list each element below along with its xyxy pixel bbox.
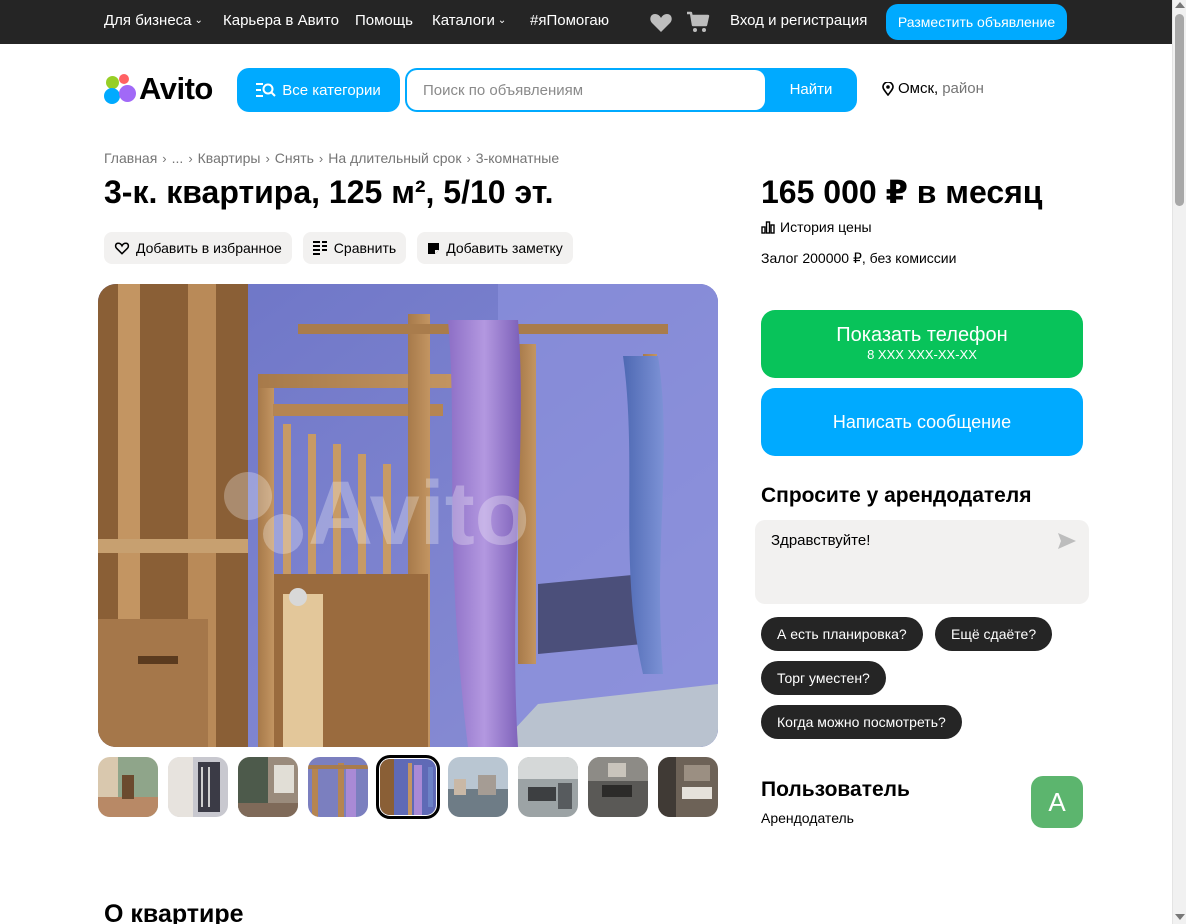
compare-icon	[312, 241, 327, 255]
photo-thumbnail[interactable]	[98, 757, 158, 817]
chart-icon	[761, 220, 775, 234]
ihelp-link[interactable]: #яПомогаю	[530, 12, 609, 30]
show-phone-label: Показать телефон	[836, 324, 1008, 346]
listing-title: 3-к. квартира, 125 м², 5/10 эт.	[104, 174, 554, 210]
breadcrumb-separator-icon: ›	[318, 151, 324, 166]
breadcrumb: Главная ›... › Квартиры › Снять › На длительный…	[104, 150, 559, 167]
add-note-label: Добавить заметку	[446, 240, 563, 256]
photo-thumbnail[interactable]	[518, 757, 578, 817]
seller-avatar[interactable]: А	[1031, 776, 1083, 828]
categories-search-icon	[256, 83, 276, 97]
listing-actions: Добавить в избранное Сравнить Добавить з…	[104, 232, 573, 264]
photo-thumbnail[interactable]	[168, 757, 228, 817]
ask-message-field[interactable]: Здравствуйте!	[755, 520, 1089, 604]
breadcrumb-item[interactable]: ...	[172, 150, 184, 166]
add-note-button[interactable]: Добавить заметку	[417, 232, 573, 264]
thumbnail-image	[168, 757, 228, 817]
location-selector[interactable]: Омск, район	[882, 80, 984, 98]
business-menu[interactable]: Для бизнеса ⌄	[104, 12, 203, 30]
show-phone-button[interactable]: Показать телефон 8 XXX XXX-XX-XX	[761, 310, 1083, 378]
write-message-button[interactable]: Написать сообщение	[761, 388, 1083, 456]
price-history-link[interactable]: История цены	[761, 218, 872, 236]
location-pin-icon	[882, 82, 894, 96]
quick-question-chip[interactable]: Торг уместен?	[761, 661, 886, 695]
catalogs-menu-label: Каталоги	[432, 12, 495, 29]
photo-thumbnail[interactable]	[658, 757, 718, 817]
thumbnail-image	[308, 757, 368, 817]
city-name: Омск,	[898, 80, 939, 97]
thumbnail-image	[588, 757, 648, 817]
seller-name[interactable]: Пользователь	[761, 776, 910, 804]
search-button[interactable]: Найти	[765, 68, 857, 112]
breadcrumb-item[interactable]: 3-комнатные	[476, 150, 559, 166]
breadcrumb-item[interactable]: Квартиры	[198, 150, 261, 166]
catalogs-menu[interactable]: Каталоги ⌄	[432, 12, 506, 30]
chevron-down-icon: ⌄	[194, 15, 203, 26]
breadcrumb-item[interactable]: Главная	[104, 150, 157, 166]
quick-question-chip[interactable]: Ещё сдаёте?	[935, 617, 1053, 651]
career-link[interactable]: Карьера в Авито	[223, 12, 339, 30]
cart-icon[interactable]	[686, 11, 710, 33]
scrollbar-thumb[interactable]	[1175, 14, 1184, 206]
phone-mask: 8 XXX XXX-XX-XX	[867, 347, 977, 362]
thumbnail-image	[238, 757, 298, 817]
breadcrumb-separator-icon: ›	[188, 151, 193, 166]
photo-thumbnail[interactable]	[238, 757, 298, 817]
deposit-info: Залог 200000 ₽, без комиссии	[761, 250, 957, 266]
login-link[interactable]: Вход и регистрация	[730, 12, 867, 30]
compare-label: Сравнить	[333, 240, 397, 256]
breadcrumb-separator-icon: ›	[466, 151, 471, 166]
heart-icon[interactable]	[649, 11, 673, 33]
scroll-up-arrow-icon[interactable]	[1175, 2, 1185, 8]
breadcrumb-separator-icon: ›	[162, 151, 167, 166]
all-categories-button[interactable]: Все категории	[237, 68, 400, 112]
page-scrollbar[interactable]	[1172, 0, 1186, 924]
top-navigation-bar: Для бизнеса ⌄ Карьера в Авито Помощь Ката…	[0, 0, 1172, 44]
chevron-down-icon: ⌄	[497, 15, 507, 26]
thumbnail-image	[380, 759, 436, 815]
search-input[interactable]	[407, 70, 765, 110]
all-categories-label: Все категории	[282, 81, 381, 99]
main-listing-photo[interactable]: Avito	[98, 284, 718, 747]
seller-role: Арендодатель	[761, 810, 854, 826]
logo-text: Avito	[139, 71, 213, 106]
post-ad-button[interactable]: Разместить объявление	[886, 4, 1067, 40]
heart-outline-icon	[114, 242, 130, 255]
business-menu-label: Для бизнеса	[104, 12, 192, 29]
district-label: район	[942, 80, 984, 97]
listing-price: 165 000 ₽ в месяц	[761, 174, 1043, 210]
thumbnail-image	[448, 757, 508, 817]
thumbnail-image	[658, 757, 718, 817]
photo-thumbnail[interactable]	[448, 757, 508, 817]
help-link[interactable]: Помощь	[355, 12, 413, 30]
quick-question-chip[interactable]: А есть планировка?	[761, 617, 923, 651]
photo-thumbnails	[98, 755, 718, 819]
ask-message-text: Здравствуйте!	[771, 532, 871, 549]
about-apartment-heading: О квартире	[104, 900, 244, 924]
breadcrumb-item[interactable]: На длительный срок	[328, 150, 461, 166]
svg-text:Avito: Avito	[308, 464, 530, 564]
breadcrumb-separator-icon: ›	[265, 151, 270, 166]
compare-button[interactable]: Сравнить	[302, 232, 407, 264]
logo-dots-icon	[104, 74, 136, 104]
breadcrumb-item[interactable]: Снять	[275, 150, 314, 166]
send-icon[interactable]	[1057, 532, 1077, 550]
quick-question-chip[interactable]: Когда можно посмотреть?	[761, 705, 962, 739]
thumbnail-image	[518, 757, 578, 817]
add-to-favorites-button[interactable]: Добавить в избранное	[104, 232, 292, 264]
listing-photo-image: Avito	[98, 284, 718, 747]
scroll-down-arrow-icon[interactable]	[1175, 914, 1185, 920]
photo-thumbnail[interactable]	[308, 757, 368, 817]
thumbnail-image	[98, 757, 158, 817]
photo-thumbnail-active[interactable]	[376, 755, 440, 819]
photo-thumbnail[interactable]	[588, 757, 648, 817]
note-icon	[428, 242, 440, 254]
ask-landlord-heading: Спросите у арендодателя	[761, 484, 1032, 507]
search-bar: Найти	[405, 68, 857, 112]
add-to-favorites-label: Добавить в избранное	[136, 240, 282, 256]
avito-logo[interactable]: Avito	[104, 71, 213, 106]
price-history-label: История цены	[780, 219, 872, 235]
